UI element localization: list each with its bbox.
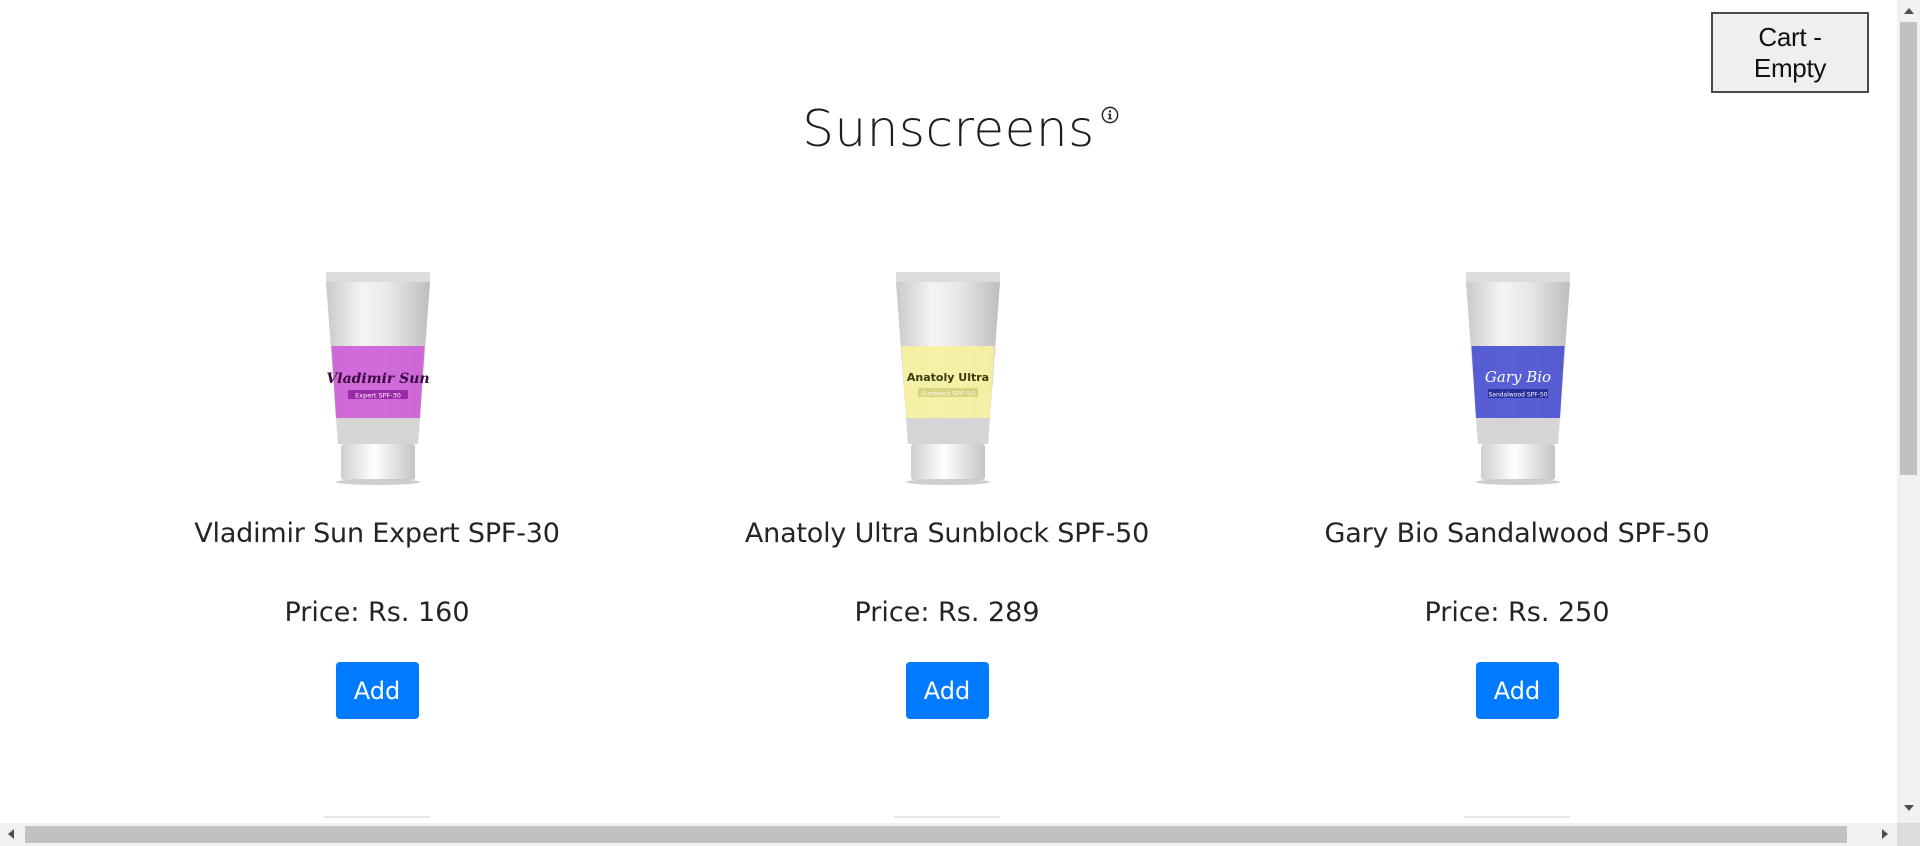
- scroll-right-arrow-icon[interactable]: [1882, 829, 1888, 839]
- svg-text:Sandalwood SPF-50: Sandalwood SPF-50: [1488, 392, 1547, 399]
- scroll-up-arrow-icon[interactable]: [1904, 8, 1914, 14]
- cart-button[interactable]: Cart - Empty: [1711, 12, 1869, 93]
- svg-text:Vladimir Sun: Vladimir Sun: [326, 371, 429, 387]
- info-circle-icon[interactable]: [1101, 106, 1119, 124]
- add-to-cart-button[interactable]: Add: [335, 662, 419, 719]
- product-image: Vladimir Sun Expert SPF-30: [326, 272, 430, 485]
- svg-text:Sunblock SPF-50: Sunblock SPF-50: [921, 390, 975, 398]
- page-viewport: Cart - Empty Sunscreens Vladimir Sun Exp…: [0, 0, 1897, 823]
- page-title: Sunscreens: [802, 100, 1119, 158]
- product-price: Price: Rs. 160: [284, 597, 470, 628]
- product-card: Gary Bio Sandalwood SPF-50 Gary Bio Sand…: [1267, 268, 1767, 719]
- page-title-text: Sunscreens: [802, 100, 1095, 158]
- svg-text:Expert SPF-30: Expert SPF-30: [355, 392, 401, 400]
- next-row-product-image: [324, 816, 430, 818]
- next-row-product-image: [1464, 816, 1570, 818]
- title-area: Sunscreens: [0, 100, 1897, 158]
- scroll-down-arrow-icon[interactable]: [1904, 805, 1914, 811]
- product-name: Anatoly Ultra Sunblock SPF-50: [744, 518, 1150, 549]
- product-price: Price: Rs. 250: [1424, 597, 1610, 628]
- svg-text:Gary Bio: Gary Bio: [1485, 368, 1551, 386]
- scroll-left-arrow-icon[interactable]: [8, 829, 14, 839]
- add-to-cart-button[interactable]: Add: [1475, 662, 1559, 719]
- product-price: Price: Rs. 289: [854, 597, 1040, 628]
- product-name: Vladimir Sun Expert SPF-30: [194, 518, 560, 549]
- add-to-cart-button[interactable]: Add: [905, 662, 989, 719]
- vertical-scrollbar-thumb[interactable]: [1900, 22, 1917, 475]
- horizontal-scrollbar-thumb[interactable]: [25, 826, 1847, 843]
- next-row-product-image: [894, 816, 1000, 818]
- product-name: Gary Bio Sandalwood SPF-50: [1324, 518, 1710, 549]
- product-image: Anatoly Ultra Sunblock SPF-50: [896, 272, 1000, 485]
- svg-text:Anatoly Ultra: Anatoly Ultra: [907, 371, 989, 384]
- product-card: Anatoly Ultra Sunblock SPF-50 Anatoly Ul…: [697, 268, 1197, 719]
- scrollbar-corner: [1897, 823, 1920, 846]
- product-card: Vladimir Sun Expert SPF-30 Vladimir Sun …: [127, 268, 627, 719]
- product-image: Gary Bio Sandalwood SPF-50: [1466, 272, 1570, 485]
